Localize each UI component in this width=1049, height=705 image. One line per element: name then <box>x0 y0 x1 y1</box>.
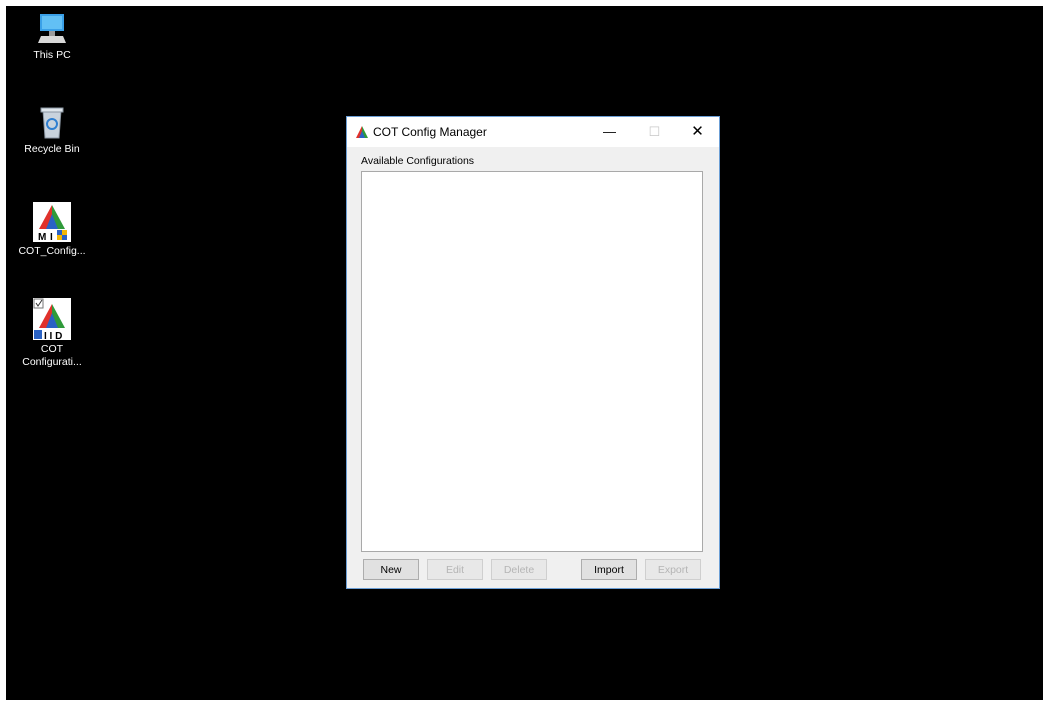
recycle-bin-icon <box>35 106 69 140</box>
minimize-button[interactable]: — <box>587 117 632 147</box>
available-configurations-label: Available Configurations <box>361 155 475 167</box>
mid-app-icon: M I <box>33 202 71 243</box>
desktop-icon-label: This PC <box>33 49 71 61</box>
window-title: COT Config Manager <box>373 125 487 139</box>
title-bar[interactable]: COT Config Manager — ☐ ✕ <box>347 117 719 147</box>
desktop-icon-cot-configuration[interactable]: I I D COT Configurati... <box>17 298 87 369</box>
desktop-icon-label: Recycle Bin <box>24 143 80 155</box>
cot-config-manager-window: COT Config Manager — ☐ ✕ Available Confi… <box>346 116 720 589</box>
desktop-icon-label: COT Configurati... <box>22 343 82 368</box>
mid-shortcut-icon: I I D <box>33 298 71 342</box>
desktop-icon-recycle-bin[interactable]: Recycle Bin <box>17 106 87 156</box>
svg-text:I: I <box>50 232 53 242</box>
export-button[interactable]: Export <box>645 559 701 580</box>
close-button[interactable]: ✕ <box>675 117 720 147</box>
desktop-icon-this-pc[interactable]: This PC <box>17 12 87 62</box>
app-logo-icon <box>355 125 369 139</box>
computer-icon <box>35 12 69 46</box>
svg-text:I I D: I I D <box>44 331 62 340</box>
new-button[interactable]: New <box>363 559 419 580</box>
desktop-icon-cot-config[interactable]: M I COT_Config... <box>17 202 87 258</box>
edit-button[interactable]: Edit <box>427 559 483 580</box>
maximize-button[interactable]: ☐ <box>632 117 677 147</box>
import-button[interactable]: Import <box>581 559 637 580</box>
configurations-list[interactable] <box>361 171 703 552</box>
desktop-icon-label: COT_Config... <box>18 245 86 257</box>
svg-text:M: M <box>38 232 46 242</box>
desktop: This PC Recycle Bin M I COT_Config... I … <box>6 6 1043 700</box>
delete-button[interactable]: Delete <box>491 559 547 580</box>
